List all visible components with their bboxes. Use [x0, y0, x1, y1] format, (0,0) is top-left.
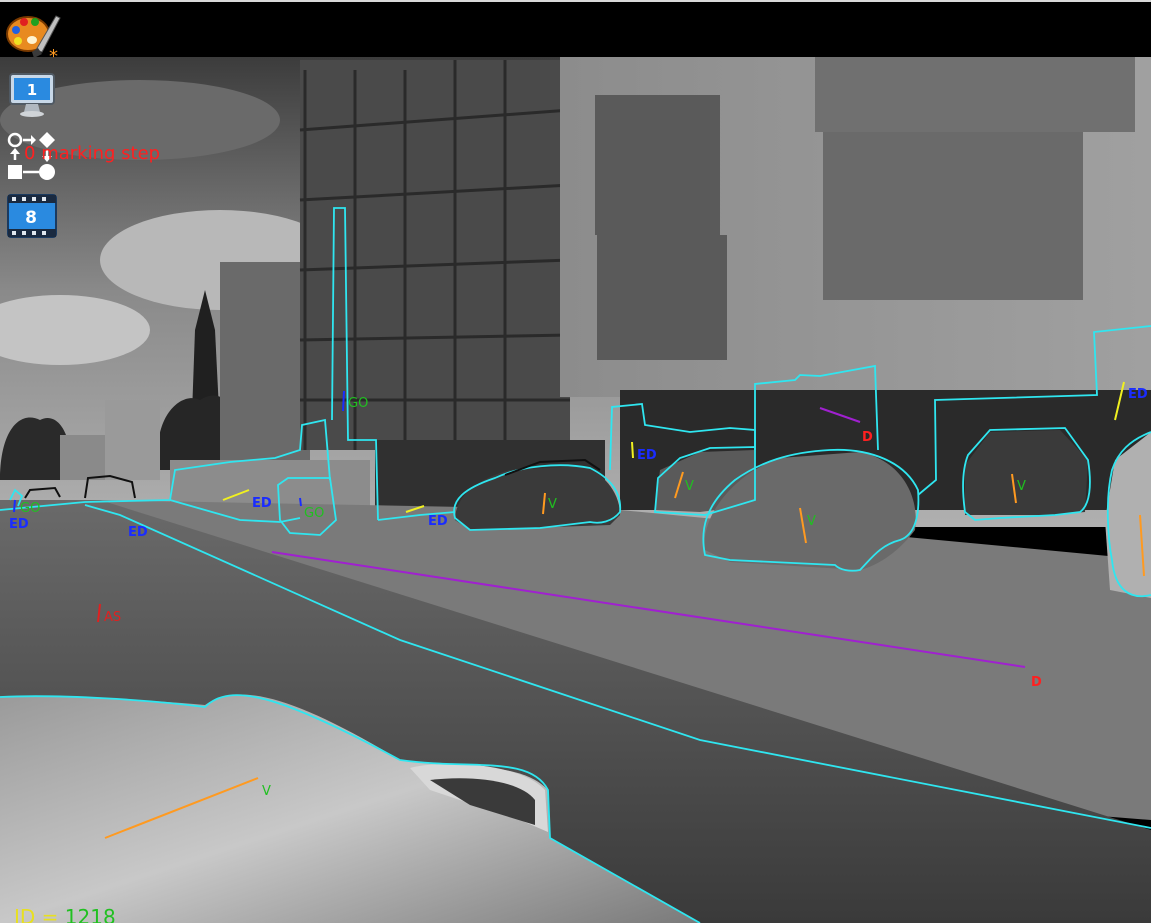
label-v-car4: V	[1017, 479, 1026, 494]
monitor-number: 1	[27, 81, 37, 99]
label-go-bin: GO	[304, 506, 324, 521]
label-v-car3: V	[807, 514, 816, 529]
distant-building	[105, 400, 160, 480]
id-eq: =	[35, 905, 65, 923]
window	[597, 235, 727, 360]
id-value: 1218	[64, 905, 116, 923]
label-ed-right: ED	[1128, 387, 1148, 402]
film-icon[interactable]: 8	[7, 193, 57, 239]
id-key: ID	[14, 905, 36, 923]
window	[815, 57, 1135, 132]
step-counter: 0	[24, 143, 36, 164]
step-label: marking step	[41, 143, 161, 164]
top-bar	[0, 0, 1151, 57]
blue-line	[342, 390, 345, 412]
label-as: AS	[104, 610, 121, 625]
label-go-pole: GO	[348, 396, 368, 411]
label-v-car2: V	[685, 479, 694, 494]
blue-line	[299, 497, 302, 507]
label-ed-fence: ED	[252, 496, 272, 511]
label-d-line: D	[1031, 675, 1042, 690]
window	[823, 120, 1083, 300]
annotated-street-scene[interactable]: GO GO GO ED ED ED ED ED ED V V V V V D D…	[0, 0, 1151, 923]
film-number: 8	[25, 208, 37, 228]
window	[595, 95, 720, 235]
parked-car	[965, 430, 1088, 515]
monitor-icon[interactable]: 1	[8, 70, 56, 118]
distant-building	[60, 435, 105, 480]
label-ed-left: ED	[9, 517, 29, 532]
label-go-left: GO	[20, 501, 40, 516]
annotation-app: GO GO GO ED ED ED ED ED ED V V V V V D D…	[0, 0, 1151, 923]
label-d-pole: D	[862, 430, 873, 445]
modified-marker: *	[49, 46, 58, 67]
id-readout: ID = 1218	[14, 905, 116, 923]
label-ed-curb: ED	[128, 525, 148, 540]
blue-line	[13, 499, 16, 513]
yellow-line	[631, 441, 634, 459]
label-v-hood: V	[262, 784, 271, 799]
label-ed-gate: ED	[637, 448, 657, 463]
label-ed-wall: ED	[428, 514, 448, 529]
label-v-car1: V	[548, 497, 557, 512]
marking-step-readout: 0 marking step	[24, 143, 160, 164]
distant-building	[220, 262, 310, 472]
